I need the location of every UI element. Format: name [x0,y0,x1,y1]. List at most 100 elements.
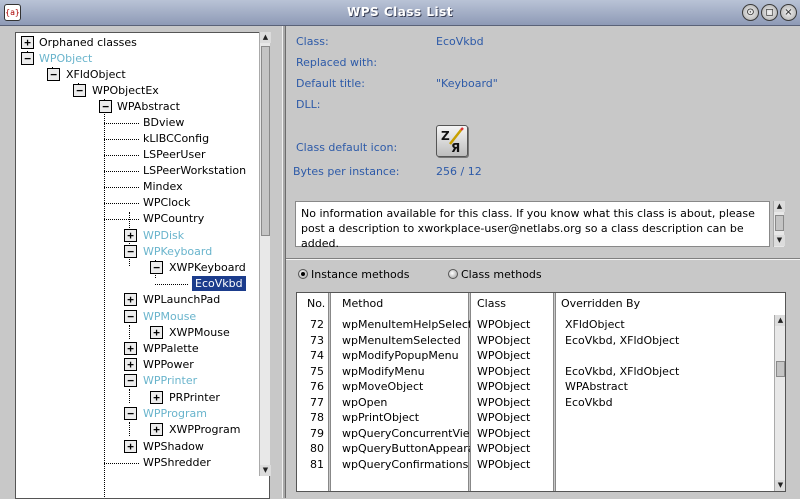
tree-scrollbar[interactable]: ▲ ▼ [259,32,271,476]
close-button[interactable]: × [780,4,797,21]
tree-node-label[interactable]: WPObjectEx [92,83,159,98]
row-overridden-by[interactable]: EcoVkbd, XFldObject [565,364,770,379]
row-overridden-by[interactable]: XFldObject [565,317,770,332]
collapse-icon[interactable]: − [150,261,163,274]
row-method[interactable]: wpOpen [342,395,470,410]
tree-node-label[interactable]: WPObject [39,51,92,66]
column-header-overridden-by[interactable]: Overridden By [551,293,771,315]
row-class[interactable]: WPObject [477,317,553,332]
row-method[interactable]: wpModifyMenu [342,364,470,379]
tree-node-label[interactable]: LSPeerWorkstation [143,163,246,178]
maximize-button[interactable]: ◻ [761,4,778,21]
scroll-thumb[interactable] [261,46,270,236]
row-method[interactable]: wpPrintObject [342,410,470,425]
class-methods-radio[interactable]: Class methods [448,268,542,281]
title-bar[interactable]: {a} WPS Class List ⊙ ◻ × [0,0,800,26]
column-header-method[interactable]: Method [332,293,472,315]
minimize-button[interactable]: ⊙ [742,4,759,21]
row-method[interactable]: wpQueryButtonAppearance [342,441,470,456]
tree-node-label[interactable]: WPProgram [143,406,207,421]
tree-node-label[interactable]: WPClock [143,195,190,210]
row-method[interactable]: wpModifyPopupMenu [342,348,470,363]
class-tree[interactable]: + Orphaned classes − WPObject − XFldObject − WP… [15,32,270,499]
collapse-icon[interactable]: − [124,310,137,323]
scroll-down-icon[interactable]: ▼ [260,465,271,476]
collapse-icon[interactable]: − [73,84,86,97]
row-class[interactable]: WPObject [477,441,553,456]
tree-node-label[interactable]: WPCountry [143,211,204,226]
tree-node-label[interactable]: XWPMouse [169,325,230,340]
column-divider[interactable] [553,293,556,491]
collapse-icon[interactable]: − [124,245,137,258]
tree-node-label[interactable]: WPShredder [143,455,211,470]
tree-node-label[interactable]: Mindex [143,179,183,194]
description-scrollbar[interactable]: ▲ ▼ [773,201,785,247]
row-number[interactable]: 81 [310,457,330,472]
tree-node-label[interactable]: WPKeyboard [143,244,212,259]
tree-node-label[interactable]: XWPProgram [169,422,240,437]
scroll-thumb[interactable] [775,215,784,231]
tree-node-label[interactable]: WPPalette [143,341,199,356]
row-number[interactable]: 80 [310,441,330,456]
row-method[interactable]: wpQueryConfirmations [342,457,470,472]
tree-node-label[interactable]: WPPrinter [143,373,197,388]
row-number[interactable]: 73 [310,333,330,348]
row-number[interactable]: 79 [310,426,330,441]
scroll-down-icon[interactable]: ▼ [775,480,785,491]
expand-icon[interactable]: + [150,391,163,404]
tree-node-label[interactable]: kLIBCConfig [143,131,209,146]
tree-node-label[interactable]: WPPower [143,357,194,372]
expand-icon[interactable]: + [124,440,137,453]
tree-node-label[interactable]: LSPeerUser [143,147,205,162]
tree-node-label[interactable]: WPMouse [143,309,196,324]
row-overridden-by[interactable]: WPAbstract [565,379,770,394]
row-class[interactable]: WPObject [477,426,553,441]
expand-icon[interactable]: + [124,293,137,306]
row-class[interactable]: WPObject [477,364,553,379]
tree-node-label[interactable]: WPDisk [143,228,184,243]
methods-scrollbar[interactable]: ▲ ▼ [774,315,785,491]
tree-node-label[interactable]: BDview [143,115,184,130]
expand-icon[interactable]: + [21,36,34,49]
scroll-thumb[interactable] [776,361,785,377]
row-number[interactable]: 76 [310,379,330,394]
row-class[interactable]: WPObject [477,348,553,363]
row-number[interactable]: 74 [310,348,330,363]
collapse-icon[interactable]: − [47,68,60,81]
collapse-icon[interactable]: − [21,52,34,65]
row-class[interactable]: WPObject [477,333,553,348]
expand-icon[interactable]: + [150,326,163,339]
scroll-up-icon[interactable]: ▲ [775,315,785,326]
tree-node-label[interactable]: XWPKeyboard [169,260,246,275]
row-class[interactable]: WPObject [477,379,553,394]
row-overridden-by[interactable]: EcoVkbd, XFldObject [565,333,770,348]
expand-icon[interactable]: + [124,229,137,242]
tree-node-label[interactable]: WPAbstract [117,99,180,114]
row-method[interactable]: wpMoveObject [342,379,470,394]
collapse-icon[interactable]: − [99,100,112,113]
collapse-icon[interactable]: − [124,407,137,420]
instance-methods-radio[interactable]: Instance methods [298,268,410,281]
row-method[interactable]: wpMenuItemHelpSelected [342,317,470,332]
row-overridden-by[interactable]: EcoVkbd [565,395,770,410]
row-method[interactable]: wpMenuItemSelected [342,333,470,348]
row-number[interactable]: 75 [310,364,330,379]
row-number[interactable]: 77 [310,395,330,410]
tree-node-label[interactable]: WPShadow [143,439,204,454]
tree-node-label[interactable]: PRPrinter [169,390,220,405]
row-number[interactable]: 78 [310,410,330,425]
scroll-up-icon[interactable]: ▲ [260,32,271,43]
column-header-class[interactable]: Class [467,293,551,315]
tree-node-label[interactable]: EcoVkbd [191,275,247,292]
row-class[interactable]: WPObject [477,395,553,410]
tree-node-label[interactable]: Orphaned classes [39,35,137,50]
expand-icon[interactable]: + [124,342,137,355]
tree-node-label[interactable]: WPLaunchPad [143,292,220,307]
methods-table[interactable]: No. Method Class Overridden By 72 wpMenuI… [296,292,786,492]
row-class[interactable]: WPObject [477,410,553,425]
expand-icon[interactable]: + [150,423,163,436]
collapse-icon[interactable]: − [124,374,137,387]
row-number[interactable]: 72 [310,317,330,332]
row-method[interactable]: wpQueryConcurrentView [342,426,470,441]
scroll-down-icon[interactable]: ▼ [774,235,785,246]
